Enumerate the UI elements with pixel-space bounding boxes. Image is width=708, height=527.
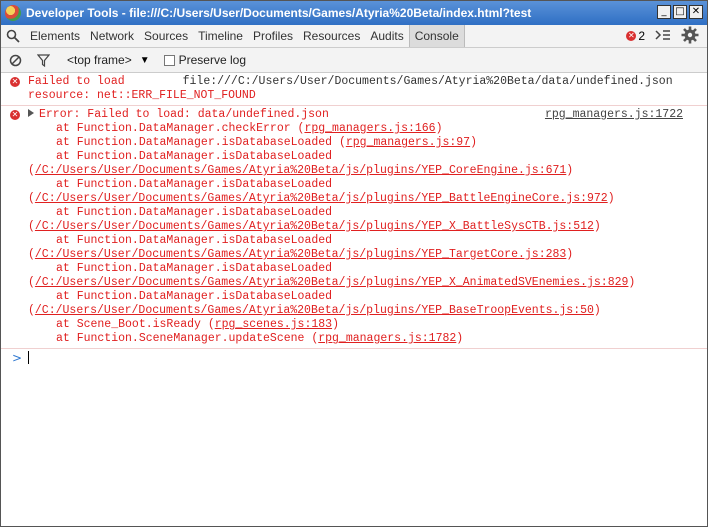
preserve-log-checkbox[interactable] xyxy=(163,54,175,66)
prompt-chevron-icon: > xyxy=(12,351,23,365)
frame-tail: ) xyxy=(593,220,601,233)
frame-tail: ) xyxy=(593,304,601,317)
console-message: ✕ Error: Failed to load: data/undefined.… xyxy=(1,106,707,349)
resource-url[interactable]: file:///C:/Users/User/Documents/Games/At… xyxy=(183,75,673,89)
stack-frame: at Function.DataManager.isDatabaseLoaded xyxy=(14,178,707,192)
gear-icon[interactable] xyxy=(681,26,699,47)
frame-tail: ) xyxy=(566,248,574,261)
frame-text: at Function.DataManager.isDatabaseLoaded xyxy=(56,206,333,219)
frame-text: at Function.DataManager.checkError ( xyxy=(56,122,305,135)
panel-tabs: Elements Network Sources Timeline Profil… xyxy=(1,25,707,48)
frame-tail: ) xyxy=(607,192,615,205)
clear-console-icon[interactable] xyxy=(1,48,29,72)
message-line: Failed to load file:///C:/Users/User/Doc… xyxy=(28,75,707,89)
filter-icon[interactable] xyxy=(29,48,57,72)
chevron-down-icon[interactable]: ▼ xyxy=(140,55,150,66)
minimize-button[interactable]: _ xyxy=(657,5,671,19)
stack-frame: at Function.DataManager.checkError (rpg_… xyxy=(14,122,707,136)
frame-link[interactable]: rpg_managers.js:1782 xyxy=(318,332,456,345)
stack-frame: (/C:/Users/User/Documents/Games/Atyria%2… xyxy=(14,304,707,318)
message-text: Failed to load xyxy=(28,75,125,88)
frame-link[interactable]: /C:/Users/User/Documents/Games/Atyria%20… xyxy=(35,164,566,177)
frame-prefix: ( xyxy=(28,192,35,205)
error-counter[interactable]: ✕ 2 xyxy=(626,29,645,43)
tab-network[interactable]: Network xyxy=(85,25,139,47)
error-icon: ✕ xyxy=(626,31,637,41)
stack-frame: at Function.DataManager.isDatabaseLoaded xyxy=(14,206,707,220)
frame-link[interactable]: rpg_scenes.js:183 xyxy=(215,318,332,331)
frame-link[interactable]: /C:/Users/User/Documents/Games/Atyria%20… xyxy=(35,276,629,289)
stack-frame: (/C:/Users/User/Documents/Games/Atyria%2… xyxy=(14,164,707,178)
frame-tail: ) xyxy=(470,136,477,149)
source-link[interactable]: rpg_managers.js:1722 xyxy=(545,108,683,122)
frame-text: at Function.DataManager.isDatabaseLoaded xyxy=(56,234,333,247)
frame-link[interactable]: /C:/Users/User/Documents/Games/Atyria%20… xyxy=(35,192,608,205)
frame-text: at Function.SceneManager.updateScene ( xyxy=(56,332,319,345)
close-button[interactable]: ✕ xyxy=(689,5,703,19)
frame-text: at Function.DataManager.isDatabaseLoaded xyxy=(56,178,333,191)
frame-text: at Function.DataManager.isDatabaseLoaded… xyxy=(56,136,346,149)
frame-text: at Scene_Boot.isReady ( xyxy=(56,318,215,331)
search-icon[interactable] xyxy=(1,25,25,47)
stack-trace: at Function.DataManager.checkError (rpg_… xyxy=(14,122,707,346)
stack-frame: at Function.SceneManager.updateScene (rp… xyxy=(14,332,707,346)
stack-frame: (/C:/Users/User/Documents/Games/Atyria%2… xyxy=(14,248,707,262)
frame-link[interactable]: /C:/Users/User/Documents/Games/Atyria%20… xyxy=(35,220,594,233)
frame-link[interactable]: rpg_managers.js:166 xyxy=(304,122,435,135)
frame-link[interactable]: /C:/Users/User/Documents/Games/Atyria%20… xyxy=(35,248,566,261)
tab-elements[interactable]: Elements xyxy=(25,25,85,47)
stack-frame: at Function.DataManager.isDatabaseLoaded xyxy=(14,234,707,248)
frame-selector[interactable]: <top frame> xyxy=(67,53,132,67)
stack-frame: at Scene_Boot.isReady (rpg_scenes.js:183… xyxy=(14,318,707,332)
frame-link[interactable]: /C:/Users/User/Documents/Games/Atyria%20… xyxy=(35,304,594,317)
tabs-right: ✕ 2 xyxy=(626,26,707,47)
tab-resources[interactable]: Resources xyxy=(298,25,365,47)
stack-frame: at Function.DataManager.isDatabaseLoaded xyxy=(14,150,707,164)
error-icon: ✕ xyxy=(10,77,20,87)
devtools-window: Developer Tools - file:///C:/Users/User/… xyxy=(0,0,708,527)
frame-prefix: ( xyxy=(28,248,35,261)
preserve-log-label: Preserve log xyxy=(178,53,246,67)
console-toolbar: <top frame> ▼ Preserve log xyxy=(1,48,707,73)
text-caret xyxy=(28,351,29,364)
frame-tail: ) xyxy=(435,122,443,135)
console-output: ✕ Failed to load file:///C:/Users/User/D… xyxy=(1,73,707,367)
frame-prefix: ( xyxy=(28,304,35,317)
stack-frame: at Function.DataManager.isDatabaseLoaded xyxy=(14,290,707,304)
error-count: 2 xyxy=(638,29,645,43)
stack-frame: (/C:/Users/User/Documents/Games/Atyria%2… xyxy=(14,192,707,206)
error-header: Error: Failed to load: data/undefined.js… xyxy=(39,108,329,121)
stack-frame: (/C:/Users/User/Documents/Games/Atyria%2… xyxy=(14,276,707,290)
console-prompt[interactable]: > xyxy=(1,349,707,367)
frame-tail: ) xyxy=(332,318,339,331)
frame-tail: ) xyxy=(456,332,464,345)
frame-text: at Function.DataManager.isDatabaseLoaded xyxy=(56,150,333,163)
tab-profiles[interactable]: Profiles xyxy=(248,25,298,47)
maximize-button[interactable]: □ xyxy=(673,5,687,19)
console-message: ✕ Failed to load file:///C:/Users/User/D… xyxy=(1,73,707,106)
stack-frame: at Function.DataManager.isDatabaseLoaded… xyxy=(14,136,707,150)
window-controls: _ □ ✕ xyxy=(657,5,703,19)
stack-frame: at Function.DataManager.isDatabaseLoaded xyxy=(14,262,707,276)
frame-tail: ) xyxy=(628,276,636,289)
frame-prefix: ( xyxy=(28,164,35,177)
tab-timeline[interactable]: Timeline xyxy=(193,25,248,47)
window-title: Developer Tools - file:///C:/Users/User/… xyxy=(26,6,532,20)
frame-tail: ) xyxy=(566,164,574,177)
chrome-icon xyxy=(5,5,21,21)
stack-frame: (/C:/Users/User/Documents/Games/Atyria%2… xyxy=(14,220,707,234)
tab-console[interactable]: Console xyxy=(408,25,465,47)
frame-text: at Function.DataManager.isDatabaseLoaded xyxy=(56,290,333,303)
message-resource: resource: net::ERR_FILE_NOT_FOUND xyxy=(28,89,256,102)
tab-audits[interactable]: Audits xyxy=(365,25,408,47)
console-drawer-icon[interactable] xyxy=(655,29,671,44)
frame-text: at Function.DataManager.isDatabaseLoaded xyxy=(56,262,333,275)
title-bar[interactable]: Developer Tools - file:///C:/Users/User/… xyxy=(1,1,707,25)
error-icon: ✕ xyxy=(10,110,20,120)
frame-prefix: ( xyxy=(28,276,35,289)
tab-sources[interactable]: Sources xyxy=(139,25,193,47)
expand-triangle-icon[interactable] xyxy=(28,109,34,117)
frame-link[interactable]: rpg_managers.js:97 xyxy=(346,136,470,149)
frame-prefix: ( xyxy=(28,220,35,233)
